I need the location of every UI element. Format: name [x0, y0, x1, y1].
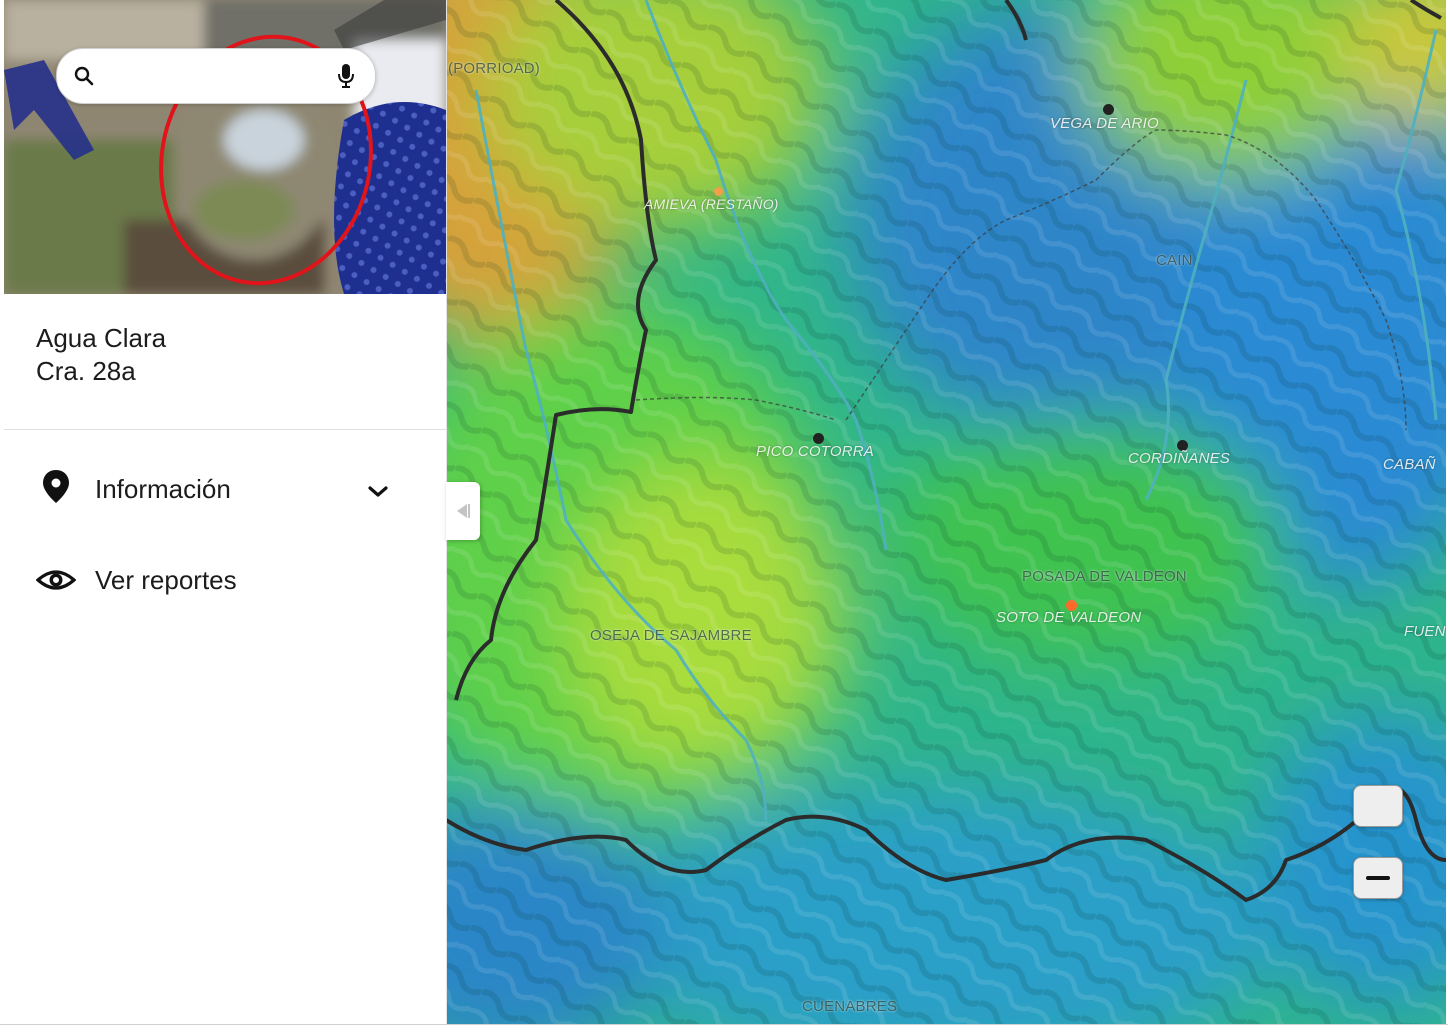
map-view[interactable]: (PORRIOAD) AMIEVA (RESTAÑO) VEGA DE ARIO… [446, 0, 1446, 1024]
search-input[interactable] [107, 59, 321, 95]
place-label: OSEJA DE SAJAMBRE [590, 627, 752, 644]
zoom-out-button[interactable] [1353, 857, 1403, 899]
collapse-panel-button[interactable] [446, 482, 480, 540]
heatmap-layer [446, 0, 1446, 1024]
place-label: CAIN [1156, 252, 1193, 269]
location-address: Agua Clara Cra. 28a [36, 322, 166, 388]
microphone-icon[interactable] [335, 62, 357, 90]
triangle-left-icon [457, 504, 470, 518]
eye-icon [36, 570, 76, 590]
place-label: POSADA DE VALDEON [1022, 568, 1187, 585]
place-label: AMIEVA (RESTAÑO) [644, 196, 779, 212]
search-bar[interactable] [56, 48, 376, 104]
info-label: Información [95, 474, 231, 504]
location-pin-icon [43, 470, 69, 503]
location-photo [4, 0, 446, 294]
place-label: CUENABRES [802, 998, 898, 1015]
info-menu-item[interactable]: Información [4, 460, 446, 516]
location-street: Cra. 28a [36, 356, 136, 386]
place-label: PICO COTORRA [756, 443, 874, 460]
place-label: CABAÑ [1383, 456, 1436, 473]
place-label: SOTO DE VALDEON [996, 609, 1142, 626]
town-marker[interactable] [1103, 104, 1114, 115]
divider [4, 429, 446, 430]
chevron-down-icon[interactable] [368, 484, 388, 498]
app-root: (PORRIOAD) AMIEVA (RESTAÑO) VEGA DE ARIO… [0, 0, 1448, 1033]
highlight-marker[interactable] [714, 187, 723, 196]
reports-label: Ver reportes [95, 565, 237, 595]
location-name: Agua Clara [36, 323, 167, 353]
place-label: VEGA DE ARIO [1050, 115, 1159, 132]
side-panel: Agua Clara Cra. 28a Información Ver repo… [4, 0, 447, 1024]
search-icon[interactable] [73, 65, 95, 87]
view-reports-menu-item[interactable]: Ver reportes [4, 552, 446, 608]
zoom-in-button[interactable] [1353, 785, 1403, 827]
place-label: (PORRIOAD) [448, 60, 540, 77]
report-photo-image [4, 0, 446, 294]
minus-icon [1366, 876, 1390, 880]
place-label: FUEN [1404, 623, 1446, 640]
place-label: CORDIÑANES [1128, 450, 1231, 467]
